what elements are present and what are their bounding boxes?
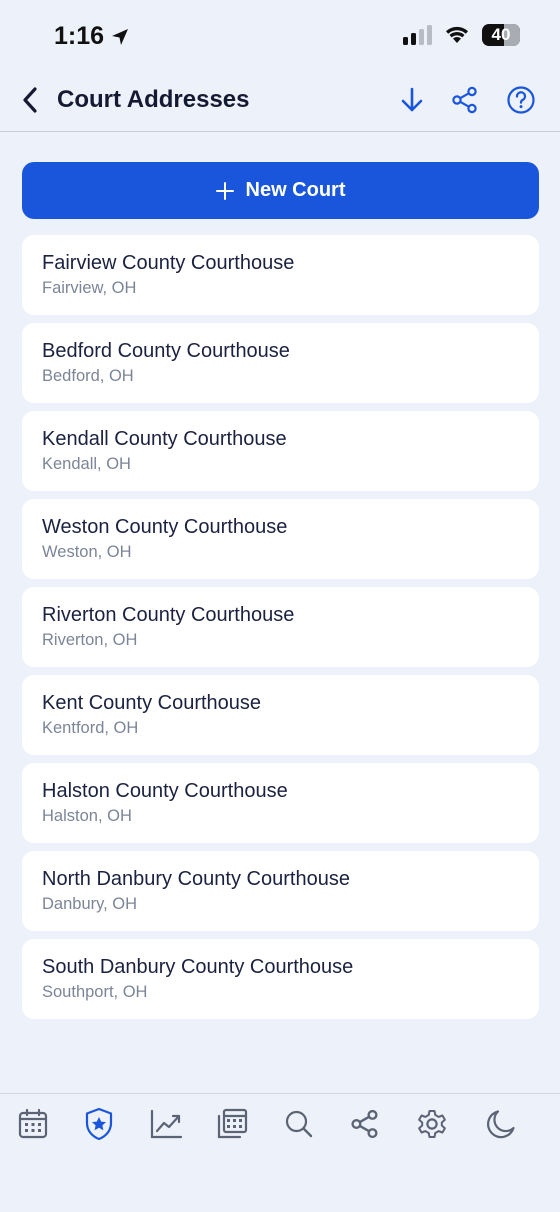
court-city: Riverton, OH: [42, 631, 138, 649]
navigation-bar: Court Addresses: [0, 72, 560, 132]
court-list: Fairview County Courthouse Fairview, OH …: [22, 235, 539, 1027]
battery-icon: 40: [482, 24, 520, 46]
share-button[interactable]: [449, 84, 481, 116]
court-list-item[interactable]: Bedford County Courthouse Bedford, OH: [22, 323, 539, 403]
court-city: Kentford, OH: [42, 719, 139, 737]
tab-search[interactable]: [279, 1104, 319, 1144]
court-city: Weston, OH: [42, 543, 132, 561]
new-court-button[interactable]: New Court: [22, 162, 539, 219]
back-button[interactable]: [20, 84, 48, 116]
court-name: South Danbury County Courthouse: [42, 956, 354, 978]
court-list-item[interactable]: Riverton County Courthouse Riverton, OH: [22, 587, 539, 667]
court-list-item[interactable]: South Danbury County Courthouse Southpor…: [22, 939, 539, 1019]
question-circle-icon: [507, 86, 535, 114]
tab-calendar[interactable]: [13, 1104, 53, 1144]
status-time: 1:16: [54, 22, 130, 51]
court-city: Fairview, OH: [42, 279, 137, 297]
gear-icon: [418, 1110, 446, 1138]
status-bar: 1:16 40: [0, 0, 560, 72]
plus-icon: [215, 181, 234, 200]
location-arrow-icon: [112, 28, 129, 45]
chart-trend-icon: [150, 1109, 183, 1139]
court-name: Halston County Courthouse: [42, 780, 288, 802]
tab-settings[interactable]: [412, 1104, 452, 1144]
court-list-item[interactable]: Fairview County Courthouse Fairview, OH: [22, 235, 539, 315]
moon-icon: [486, 1110, 515, 1139]
tab-analytics[interactable]: [146, 1104, 186, 1144]
court-city: Halston, OH: [42, 807, 132, 825]
court-name: Fairview County Courthouse: [42, 252, 295, 274]
chevron-left-icon: [23, 87, 37, 113]
court-list-item[interactable]: North Danbury County Courthouse Danbury,…: [22, 851, 539, 931]
court-name: Riverton County Courthouse: [42, 604, 295, 626]
court-list-item[interactable]: Weston County Courthouse Weston, OH: [22, 499, 539, 579]
court-name: North Danbury County Courthouse: [42, 868, 350, 890]
court-name: Weston County Courthouse: [42, 516, 288, 538]
tab-schedule[interactable]: [212, 1104, 252, 1144]
new-court-label: New Court: [245, 179, 346, 201]
wifi-icon: [446, 26, 468, 43]
tab-dark-mode[interactable]: [481, 1104, 521, 1144]
help-button[interactable]: [505, 84, 537, 116]
court-list-item[interactable]: Halston County Courthouse Halston, OH: [22, 763, 539, 843]
court-name: Bedford County Courthouse: [42, 340, 290, 362]
court-name: Kendall County Courthouse: [42, 428, 287, 450]
court-list-item[interactable]: Kendall County Courthouse Kendall, OH: [22, 411, 539, 491]
tab-share[interactable]: [345, 1104, 385, 1144]
cellular-signal-icon: [403, 25, 432, 45]
tab-courts[interactable]: [79, 1104, 119, 1144]
search-icon: [285, 1110, 313, 1138]
status-time-text: 1:16: [54, 22, 105, 50]
court-name: Kent County Courthouse: [42, 692, 262, 714]
court-city: Danbury, OH: [42, 895, 138, 913]
tab-bar: [0, 1093, 560, 1212]
calendar-icon: [18, 1108, 48, 1139]
court-city: Bedford, OH: [42, 367, 134, 385]
page-title: Court Addresses: [57, 86, 250, 113]
court-city: Kendall, OH: [42, 455, 131, 473]
status-indicators: 40: [403, 24, 520, 46]
arrow-down-icon: [401, 87, 423, 112]
court-city: Southport, OH: [42, 983, 148, 1001]
share-icon: [351, 1109, 378, 1139]
battery-percent: 40: [491, 25, 511, 44]
share-icon: [452, 86, 477, 114]
shield-star-icon: [85, 1107, 113, 1141]
download-button[interactable]: [396, 84, 428, 116]
court-list-item[interactable]: Kent County Courthouse Kentford, OH: [22, 675, 539, 755]
calendar-stack-icon: [217, 1108, 248, 1139]
